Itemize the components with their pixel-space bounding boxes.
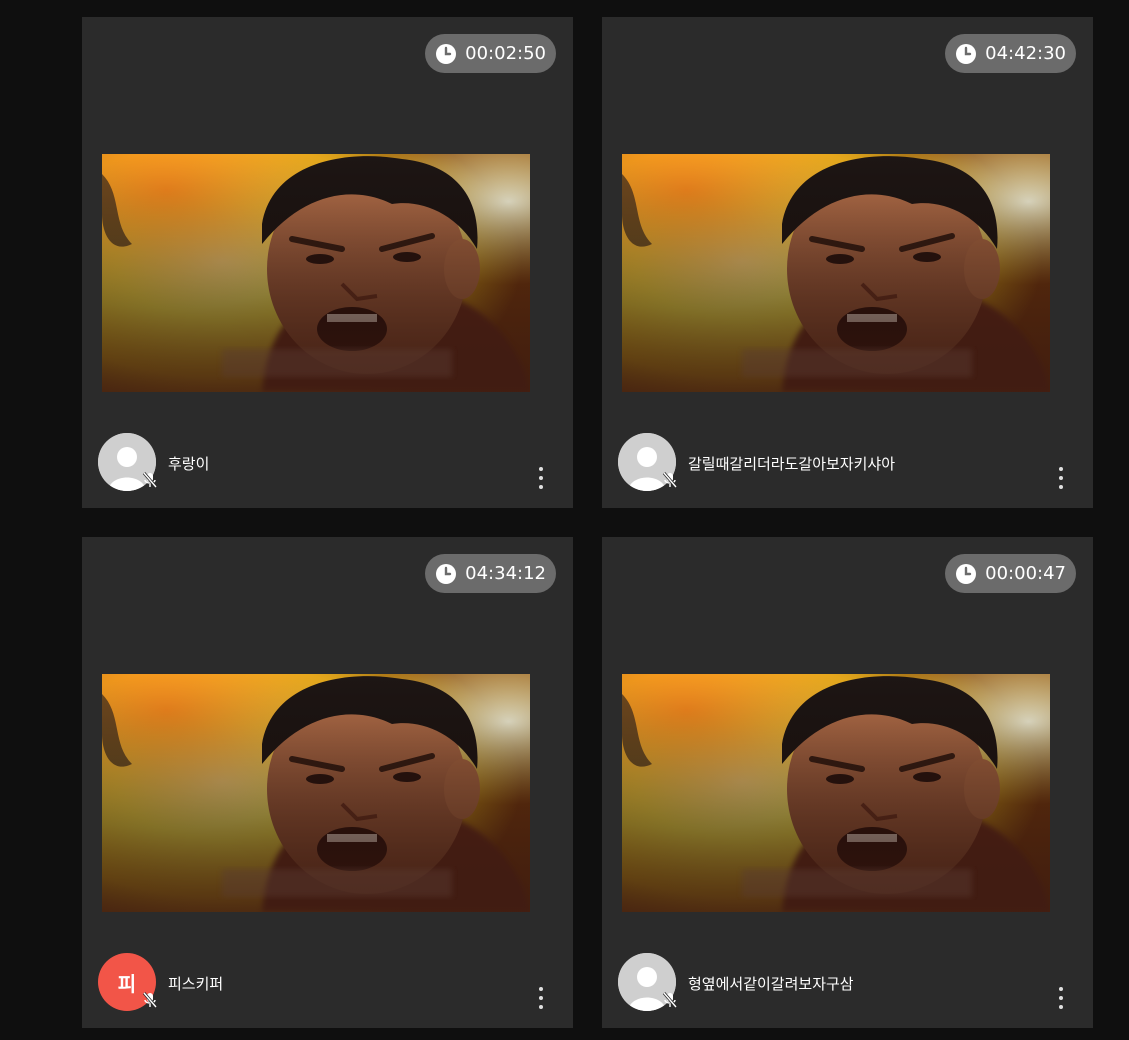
mic-off-icon <box>142 472 158 488</box>
timer-text: 04:42:30 <box>985 43 1066 64</box>
video-grid: 00:02:50 후랑이 04:42:30 갈릴때갈리더라도갈아보자키샤아 04… <box>0 0 1129 1040</box>
elapsed-timer-badge: 04:34:12 <box>425 554 556 593</box>
video-thumbnail <box>622 674 1050 912</box>
avatar <box>98 433 158 491</box>
video-thumbnail <box>102 674 530 912</box>
more-options-icon[interactable] <box>1053 987 1069 1009</box>
clock-icon <box>436 43 457 64</box>
mic-off-icon <box>142 992 158 1008</box>
video-thumbnail <box>622 154 1050 392</box>
mic-off-icon <box>662 472 678 488</box>
participant-name: 형옆에서같이갈려보자구삼 <box>688 975 854 993</box>
timer-text: 00:02:50 <box>465 43 546 64</box>
elapsed-timer-badge: 00:00:47 <box>945 554 1076 593</box>
participant-name: 갈릴때갈리더라도갈아보자키샤아 <box>688 455 896 473</box>
avatar <box>618 953 678 1011</box>
participant-name: 후랑이 <box>168 455 210 473</box>
participant-tile[interactable]: 04:42:30 갈릴때갈리더라도갈아보자키샤아 <box>602 17 1093 508</box>
video-thumbnail <box>102 154 530 392</box>
elapsed-timer-badge: 04:42:30 <box>945 34 1076 73</box>
clock-icon <box>956 563 977 584</box>
more-options-icon[interactable] <box>533 987 549 1009</box>
timer-text: 04:34:12 <box>465 563 546 584</box>
mic-off-icon <box>662 992 678 1008</box>
avatar <box>618 433 678 491</box>
participant-name: 피스키퍼 <box>168 975 224 993</box>
participant-tile[interactable]: 04:34:12 피 피스키퍼 <box>82 537 573 1028</box>
participant-tile[interactable]: 00:00:47 형옆에서같이갈려보자구삼 <box>602 537 1093 1028</box>
avatar: 피 <box>98 953 158 1011</box>
more-options-icon[interactable] <box>1053 467 1069 489</box>
participant-tile[interactable]: 00:02:50 후랑이 <box>82 17 573 508</box>
more-options-icon[interactable] <box>533 467 549 489</box>
timer-text: 00:00:47 <box>985 563 1066 584</box>
clock-icon <box>436 563 457 584</box>
clock-icon <box>956 43 977 64</box>
elapsed-timer-badge: 00:02:50 <box>425 34 556 73</box>
